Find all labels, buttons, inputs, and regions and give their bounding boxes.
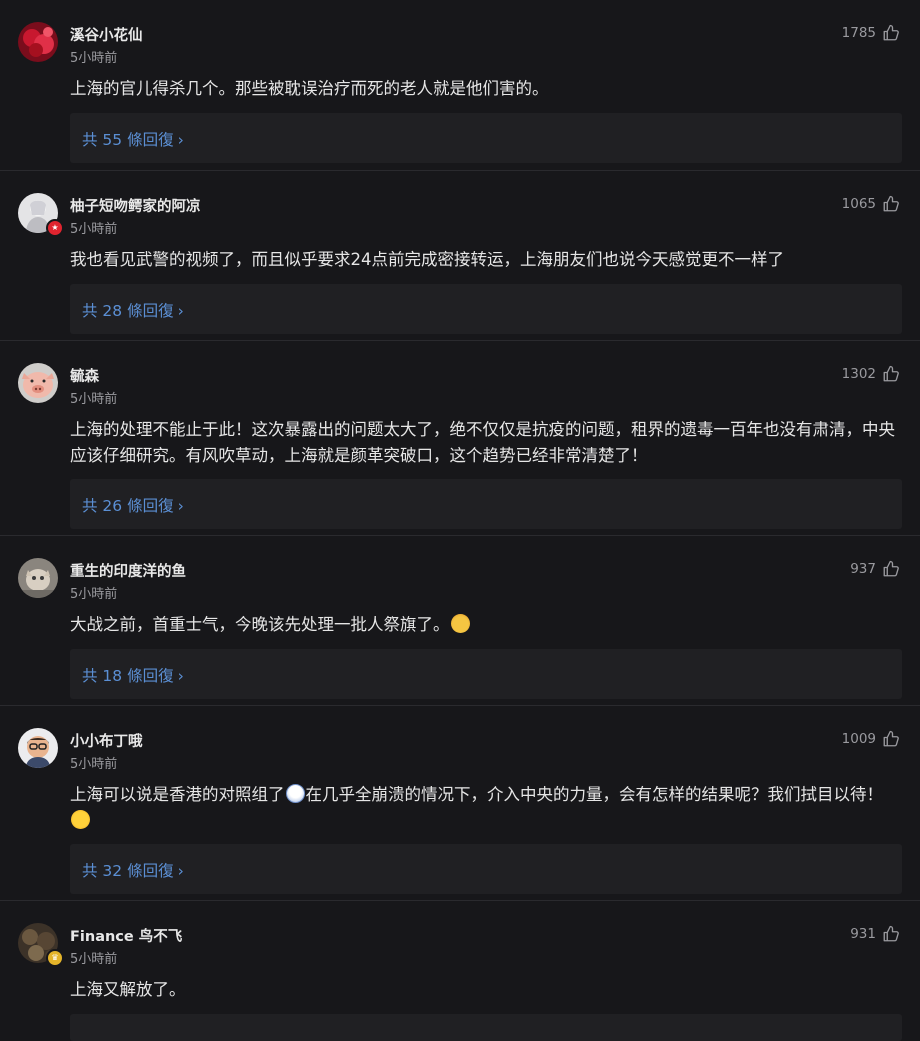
like-count: 1065	[841, 196, 876, 212]
like-button[interactable]: 931	[850, 925, 900, 943]
avatar[interactable]	[18, 558, 58, 598]
avatar[interactable]	[18, 22, 58, 62]
timestamp: 5小時前	[70, 51, 118, 66]
chevron-right-icon: ›	[177, 667, 184, 685]
view-replies-button[interactable]: 共 32 條回復 ›	[70, 844, 902, 894]
username[interactable]: 溪谷小花仙	[70, 24, 143, 45]
shocked-face-emoji-icon	[285, 784, 305, 803]
replies-count-label: 共 28 條回復	[82, 302, 174, 320]
timestamp: 5小時前	[70, 757, 118, 772]
replies-count-label: 共 55 條回復	[82, 131, 174, 149]
timestamp: 5小時前	[70, 952, 118, 967]
avatar[interactable]	[18, 363, 58, 403]
like-count: 1302	[841, 366, 876, 382]
comment-item: 重生的印度洋的鱼 5小時前 937 大战之前，首重士气，今晚该先处理一批人祭旗了…	[0, 535, 920, 705]
comment-text: 上海可以说是香港的对照组了 在几乎全崩溃的情况下，介入中央的力量，会有怎样的结果呢…	[70, 782, 896, 834]
view-replies-button[interactable]	[70, 1014, 902, 1041]
chevron-right-icon: ›	[177, 497, 184, 515]
username[interactable]: 小小布丁哦	[70, 730, 143, 751]
view-replies-button[interactable]: 共 55 條回復 ›	[70, 113, 902, 163]
username[interactable]: Finance 鸟不飞	[70, 925, 182, 946]
comment-text: 大战之前，首重士气，今晚该先处理一批人祭旗了。	[70, 612, 896, 638]
comment-item: ♛ Finance 鸟不飞 5小時前 931 上海又解放了。	[0, 900, 920, 1041]
like-count: 1785	[841, 25, 876, 41]
thumbs-up-icon	[882, 195, 900, 213]
thumbs-up-icon	[882, 560, 900, 578]
comment-text: 上海又解放了。	[70, 980, 186, 999]
verified-badge: ★	[46, 219, 64, 237]
comment-text-part: 在几乎全崩溃的情况下，介入中央的力量，会有怎样的结果呢？我们拭目以待！	[305, 785, 884, 804]
comment-item: 毓森 5小時前 1302 上海的处理不能止于此！这次暴露出的问题太大了，绝不仅仅…	[0, 340, 920, 535]
comment-text: 我也看见武警的视频了，而且似乎要求24点前完成密接转运，上海朋友们也说今天感觉更…	[70, 250, 784, 269]
like-count: 937	[850, 561, 876, 577]
comment-item: 小小布丁哦 5小時前 1009 上海可以说是香港的对照组了 在几乎全崩溃的情况下，…	[0, 705, 920, 900]
comment-item: 溪谷小花仙 5小時前 1785 上海的官儿得杀几个。那些被耽误治疗而死的老人就是…	[0, 0, 920, 170]
thumbs-up-icon	[882, 730, 900, 748]
avatar[interactable]	[18, 728, 58, 768]
replies-count-label: 共 26 條回復	[82, 497, 174, 515]
thumbs-up-icon	[882, 24, 900, 42]
vip-badge: ♛	[46, 949, 64, 967]
replies-count-label: 共 18 條回復	[82, 667, 174, 685]
chevron-right-icon: ›	[177, 302, 184, 320]
comment-item: ★ 柚子短吻鳄家的阿凉 5小時前 1065 我也看见武警的视频了，而且似乎要求2…	[0, 170, 920, 340]
like-button[interactable]: 1009	[842, 730, 900, 748]
replies-count-label: 共 32 條回復	[82, 862, 174, 880]
heart-eyes-emoji-icon	[71, 810, 90, 829]
comment-text: 上海的处理不能止于此！这次暴露出的问题太大了，绝不仅仅是抗疫的问题，租界的遗毒一…	[70, 420, 895, 465]
view-replies-button[interactable]: 共 26 條回復 ›	[70, 479, 902, 529]
like-button[interactable]: 1302	[842, 365, 900, 383]
thumbs-up-icon	[882, 365, 900, 383]
username[interactable]: 毓森	[70, 365, 99, 386]
comment-text-part: 上海可以说是香港的对照组了	[70, 785, 285, 804]
like-count: 1009	[841, 731, 876, 747]
comment-text: 上海的官儿得杀几个。那些被耽误治疗而死的老人就是他们害的。	[70, 79, 549, 98]
like-count: 931	[850, 926, 876, 942]
comment-feed: 溪谷小花仙 5小時前 1785 上海的官儿得杀几个。那些被耽误治疗而死的老人就是…	[0, 0, 920, 1041]
timestamp: 5小時前	[70, 587, 118, 602]
like-button[interactable]: 1065	[842, 195, 900, 213]
timestamp: 5小時前	[70, 392, 118, 407]
username[interactable]: 柚子短吻鳄家的阿凉	[70, 195, 201, 216]
fox-emoji-icon	[450, 614, 470, 633]
chevron-right-icon: ›	[177, 862, 184, 880]
like-button[interactable]: 937	[850, 560, 900, 578]
chevron-right-icon: ›	[177, 131, 184, 149]
view-replies-button[interactable]: 共 28 條回復 ›	[70, 284, 902, 334]
view-replies-button[interactable]: 共 18 條回復 ›	[70, 649, 902, 699]
timestamp: 5小時前	[70, 222, 118, 237]
like-button[interactable]: 1785	[842, 24, 900, 42]
comment-text-part: 大战之前，首重士气，今晚该先处理一批人祭旗了。	[70, 615, 450, 634]
thumbs-up-icon	[882, 925, 900, 943]
username[interactable]: 重生的印度洋的鱼	[70, 560, 186, 581]
